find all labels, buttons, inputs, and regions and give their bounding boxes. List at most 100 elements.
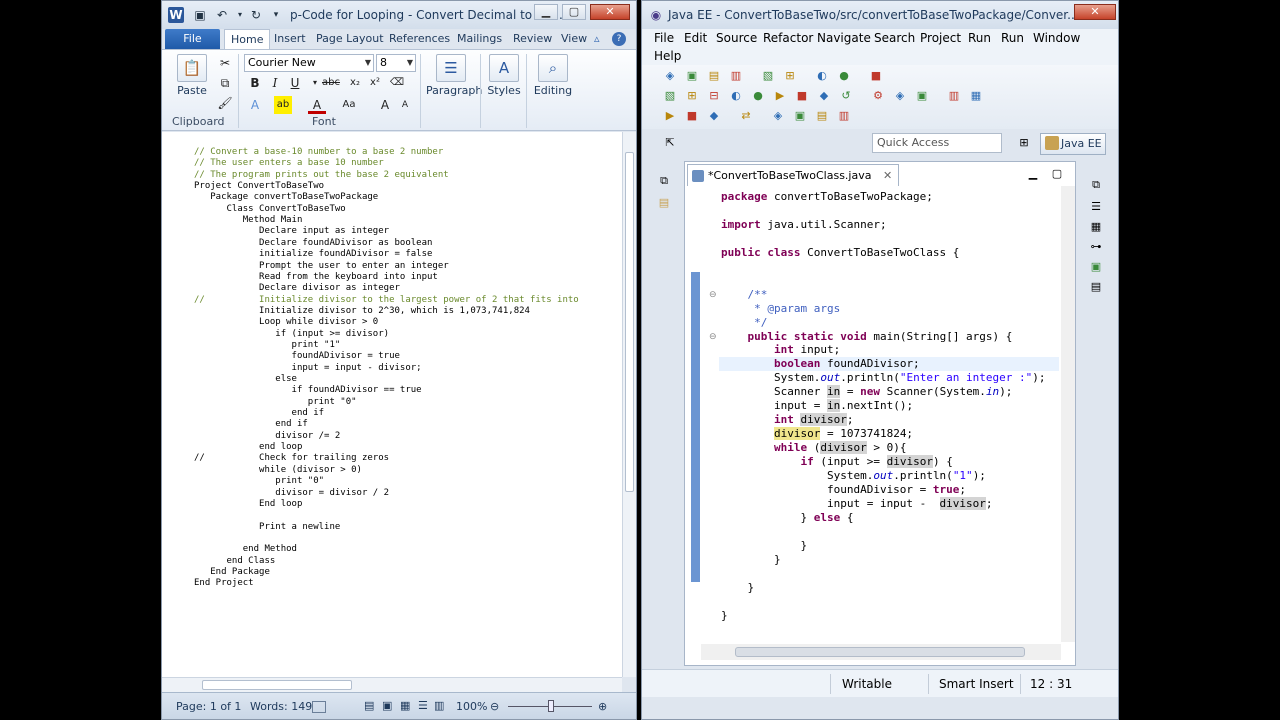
coverage-icon[interactable]: ▣ — [914, 88, 930, 104]
subscript-button[interactable]: x₂ — [346, 74, 364, 92]
strikethrough-button[interactable]: abc — [322, 74, 340, 92]
pin-icon[interactable]: ■ — [868, 68, 884, 84]
font-color-icon[interactable]: A — [308, 96, 326, 114]
shrink-font-icon[interactable]: A — [396, 96, 414, 114]
word-maximize-button[interactable]: ▢ — [562, 4, 586, 20]
menu-run[interactable]: Run — [968, 31, 991, 45]
tab-home[interactable]: Home — [224, 29, 271, 49]
document-horizontal-scrollbar[interactable] — [162, 677, 622, 692]
step-return-icon[interactable]: ⊟ — [706, 88, 722, 104]
menu-project[interactable]: Project — [920, 31, 961, 45]
open-perspective-icon[interactable]: ⊞ — [1016, 135, 1032, 151]
word-close-button[interactable]: ✕ — [590, 4, 630, 20]
cut-icon[interactable]: ✂ — [216, 54, 234, 72]
word-minimize-button[interactable]: ▁ — [534, 4, 558, 20]
eclipse-app-icon[interactable]: ◉ — [648, 7, 664, 23]
clear-formatting-icon[interactable]: ⌫ — [388, 74, 406, 92]
save-all-icon[interactable]: ▤ — [706, 68, 722, 84]
tab-page-layout[interactable]: Page Layout — [316, 29, 384, 49]
disconnect-icon[interactable]: ↺ — [838, 88, 854, 104]
draft-icon[interactable]: ▥ — [434, 699, 444, 712]
underline-button[interactable]: U — [286, 74, 304, 92]
change-case-icon[interactable]: Aa — [340, 96, 358, 114]
back-icon[interactable]: ▤ — [814, 108, 830, 124]
step-into-icon[interactable]: ▧ — [662, 88, 678, 104]
fold-toggle-icon[interactable]: ⊖ — [709, 290, 717, 300]
bold-button[interactable]: B — [246, 74, 264, 92]
word-app-icon[interactable]: W — [168, 7, 184, 23]
previous-annotation-icon[interactable]: ▣ — [792, 108, 808, 124]
tab-file[interactable]: File — [165, 29, 220, 49]
fold-toggle-icon[interactable]: ⊖ — [709, 332, 717, 342]
debug-icon[interactable]: ▧ — [760, 68, 776, 84]
external-tools-icon[interactable]: ▥ — [946, 88, 962, 104]
zoom-in-icon[interactable]: ⊕ — [598, 700, 607, 713]
restore-icon[interactable]: ⧉ — [656, 173, 672, 189]
next-annotation-icon[interactable]: ◈ — [770, 108, 786, 124]
debug-run-icon[interactable]: ⚙ — [870, 88, 886, 104]
highlight-icon[interactable]: ab — [274, 96, 292, 114]
text-effects-icon[interactable]: A — [246, 96, 264, 114]
use-step-filters-icon[interactable]: ● — [750, 88, 766, 104]
toggle-mark-icon[interactable]: ◐ — [814, 68, 830, 84]
save-icon[interactable]: ▣ — [192, 7, 208, 23]
outline-view-icon[interactable]: ☰ — [1088, 199, 1104, 215]
tab-review[interactable]: Review — [513, 29, 552, 49]
editor-horizontal-scrollbar[interactable] — [701, 644, 1061, 660]
editor-tab[interactable]: *ConvertToBaseTwoClass.java ✕ — [687, 164, 900, 186]
resume-icon[interactable]: ▶ — [772, 88, 788, 104]
tab-references[interactable]: References — [389, 29, 450, 49]
paragraph-button[interactable]: ☰ Paragraph — [426, 54, 482, 97]
page-count[interactable]: Page: 1 of 1 — [176, 700, 241, 713]
menu-help[interactable]: Help — [654, 49, 681, 63]
menu-run-2[interactable]: Run — [1001, 31, 1024, 45]
step-over-icon[interactable]: ⊞ — [684, 88, 700, 104]
new-icon[interactable]: ◈ — [662, 68, 678, 84]
terminate-icon[interactable]: ◆ — [816, 88, 832, 104]
full-screen-icon[interactable]: ▣ — [382, 699, 392, 712]
task-list-icon[interactable]: ▦ — [1088, 219, 1104, 235]
maximize-editor-icon[interactable]: ▢ — [1049, 166, 1065, 182]
menu-search[interactable]: Search — [874, 31, 915, 45]
document-page[interactable]: // Convert a base-10 number to a base 2 … — [162, 132, 622, 677]
font-name-combo[interactable]: Courier New ▼ — [244, 54, 374, 72]
proofing-icon[interactable] — [312, 701, 326, 713]
document-vertical-scrollbar[interactable] — [622, 132, 636, 677]
italic-button[interactable]: I — [266, 74, 284, 92]
run-icon[interactable]: ◈ — [892, 88, 908, 104]
eclipse-close-button[interactable]: ✕ — [1074, 4, 1116, 20]
zoom-out-icon[interactable]: ⊖ — [490, 700, 499, 713]
scroll-thumb[interactable] — [625, 152, 634, 492]
menu-window[interactable]: Window — [1033, 31, 1080, 45]
tab-mailings[interactable]: Mailings — [457, 29, 502, 49]
undo-icon[interactable]: ↶ — [214, 7, 230, 23]
word-count[interactable]: Words: 149 — [250, 700, 312, 713]
menu-file[interactable]: File — [654, 31, 674, 45]
menu-source[interactable]: Source — [716, 31, 757, 45]
package-explorer-icon[interactable]: ▤ — [656, 195, 672, 211]
superscript-button[interactable]: x² — [366, 74, 384, 92]
menu-edit[interactable]: Edit — [684, 31, 707, 45]
web-layout-icon[interactable]: ▦ — [400, 699, 410, 712]
forward-icon[interactable]: ▥ — [836, 108, 852, 124]
open-folder-icon[interactable]: ■ — [684, 108, 700, 124]
search-icon[interactable]: ◆ — [706, 108, 722, 124]
paste-button[interactable]: 📋 Paste — [172, 54, 212, 97]
outline-icon[interactable]: ☰ — [418, 699, 428, 712]
minimize-ribbon-icon[interactable]: ▵ — [594, 29, 600, 49]
format-painter-icon[interactable]: 🖌 — [216, 94, 234, 112]
suspend-icon[interactable]: ■ — [794, 88, 810, 104]
open-type-icon[interactable]: ▶ — [662, 108, 678, 124]
copy-icon[interactable]: ⧉ — [216, 74, 234, 92]
open-type-icon[interactable]: ⇱ — [662, 135, 678, 151]
close-icon[interactable]: ✕ — [883, 169, 892, 182]
quick-access-input[interactable]: Quick Access — [872, 133, 1002, 153]
scroll-thumb[interactable] — [202, 680, 352, 690]
print-icon[interactable]: ▥ — [728, 68, 744, 84]
tab-view[interactable]: View — [561, 29, 587, 49]
zoom-level[interactable]: 100% — [456, 700, 487, 713]
editor-vertical-scrollbar[interactable] — [1061, 186, 1075, 642]
editing-button[interactable]: ⌕ Editing — [530, 54, 576, 97]
show-whitespace-icon[interactable]: ● — [836, 68, 852, 84]
customize-quick-access-icon[interactable]: ▾ — [268, 7, 284, 23]
